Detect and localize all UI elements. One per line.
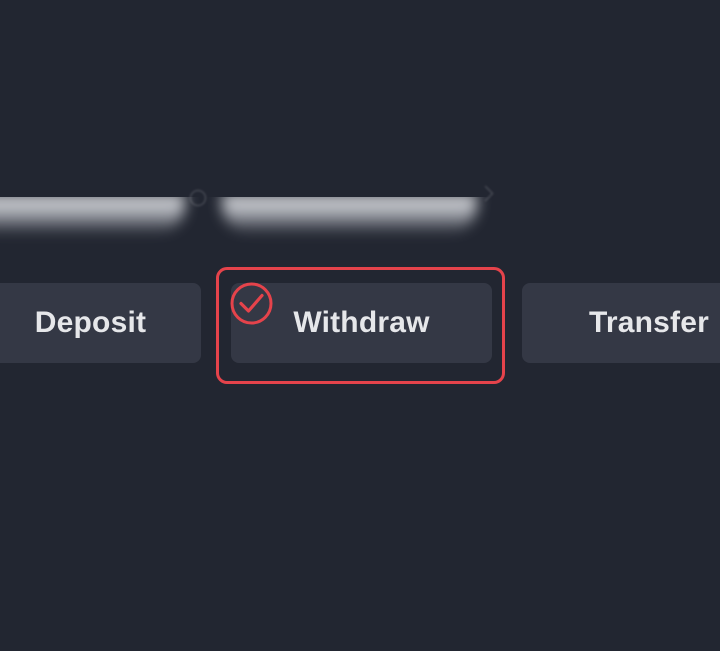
blurred-indicator-icon — [190, 190, 206, 206]
withdraw-button[interactable]: Withdraw — [231, 283, 492, 363]
blurred-element-left — [0, 194, 185, 234]
blurred-element-middle — [222, 194, 477, 234]
transfer-button[interactable]: Transfer — [522, 283, 720, 363]
screen: Deposit Withdraw Transfer — [0, 0, 720, 651]
top-panel — [0, 0, 720, 197]
deposit-button[interactable]: Deposit — [0, 283, 201, 363]
